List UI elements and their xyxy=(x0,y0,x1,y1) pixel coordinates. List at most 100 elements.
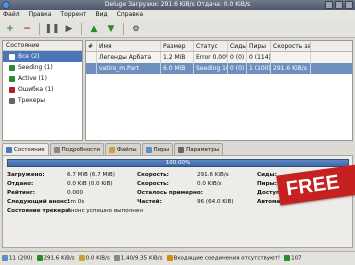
upload-speed-label: Скорость: xyxy=(137,181,169,187)
download-value: 291.6 KiB/s xyxy=(43,255,75,262)
tracker-icon xyxy=(9,97,15,104)
sidebar-item-label: Ошибка (1) xyxy=(18,86,54,93)
tab-details[interactable]: Подробности xyxy=(49,143,104,155)
dht-status[interactable]: 107 xyxy=(284,255,302,262)
column-header[interactable]: Статус xyxy=(194,41,228,51)
sidebar-header[interactable]: Состояние xyxy=(3,41,82,51)
sidebar: Состояние Все (2) Seeding (1) Active (1)… xyxy=(2,40,83,141)
window-controls xyxy=(325,1,353,9)
sidebar-item-label: Seeding (1) xyxy=(18,64,53,71)
toolbar-separator xyxy=(81,22,82,35)
tab-label: Файлы xyxy=(117,146,137,153)
active-icon xyxy=(9,75,15,82)
torrent-status: Seeding 100% xyxy=(196,63,228,74)
menu-view[interactable]: Вид xyxy=(95,10,107,20)
peers-label: Пиры: xyxy=(257,181,277,187)
upload-status[interactable]: 0.0 KiB/s xyxy=(78,255,110,262)
column-header[interactable]: # xyxy=(86,41,97,51)
sidebar-item-trackers[interactable]: Трекеры xyxy=(3,95,82,106)
eta-label: Осталось примерно: xyxy=(137,190,203,196)
connection-warning[interactable]: Входящие соединения отсутствуют! xyxy=(166,255,281,262)
column-header[interactable]: Размер xyxy=(161,41,194,51)
sidebar-item-active[interactable]: Active (1) xyxy=(3,73,82,84)
uploaded-value: 0.0 KiB (0.0 KiB) xyxy=(67,181,113,187)
pause-icon[interactable]: ❚❚ xyxy=(44,22,59,36)
sidebar-item-seeding[interactable]: Seeding (1) xyxy=(3,62,82,73)
tab-options[interactable]: Параметры xyxy=(174,143,224,155)
torrent-status: Error 0.00% xyxy=(194,52,228,63)
menu-file[interactable]: Файл xyxy=(3,10,20,20)
ratio-label: Рейтинг: xyxy=(7,190,35,196)
toolbar-separator xyxy=(39,22,40,35)
minimize-button[interactable] xyxy=(325,1,333,9)
sidebar-item-label: Трекеры xyxy=(18,97,46,104)
downloaded-label: Загружено: xyxy=(7,172,45,178)
seeding-icon xyxy=(9,64,15,71)
download-status[interactable]: 291.6 KiB/s xyxy=(36,255,75,262)
seeds-label: Сиды: xyxy=(257,172,277,178)
menu-torrent[interactable]: Торрент xyxy=(60,10,86,20)
preferences-icon[interactable]: ⚙ xyxy=(129,22,143,36)
menu-help[interactable]: Справка xyxy=(117,10,143,20)
maximize-button[interactable] xyxy=(335,1,343,9)
tab-peers[interactable]: Пиры xyxy=(141,143,174,155)
add-icon[interactable]: + xyxy=(3,22,17,36)
tab-label: Подробности xyxy=(61,146,100,153)
remove-icon[interactable]: − xyxy=(20,22,34,36)
torrent-progress-bar: 100.00% xyxy=(7,159,349,167)
deluge-logo-icon xyxy=(2,1,10,9)
toolbar: + − ❚❚ ▶ ▲ ▼ ⚙ xyxy=(0,20,355,38)
pieces-label: Частей: xyxy=(137,199,162,205)
downloaded-value: 6.7 MiB (6.7 MiB) xyxy=(67,172,115,178)
upload-speed-value: 0.0 KiB/s xyxy=(197,181,222,187)
row-index xyxy=(86,63,97,74)
resume-icon[interactable]: ▶ xyxy=(62,22,76,36)
torrent-list: # Имя Размер Статус Сиды Пиры Скорость з… xyxy=(85,40,353,141)
download-icon xyxy=(36,255,43,262)
peers-icon xyxy=(145,146,152,153)
next-announce-value: 1m 0s xyxy=(67,199,85,205)
uploaded-label: Отдано: xyxy=(7,181,34,187)
connections-status[interactable]: 11 (200) xyxy=(2,255,33,262)
sidebar-item-label: Active (1) xyxy=(18,75,47,82)
files-icon xyxy=(109,146,115,153)
tab-label: Параметры xyxy=(186,146,220,153)
torrent-speed xyxy=(271,52,311,63)
sidebar-item-error[interactable]: Ошибка (1) xyxy=(3,84,82,95)
tab-files[interactable]: Файлы xyxy=(105,143,141,155)
torrent-size: 6.0 MiB xyxy=(161,63,194,74)
toolbar-separator xyxy=(123,22,124,35)
table-header: # Имя Размер Статус Сиды Пиры Скорость з… xyxy=(86,41,352,52)
queue-down-icon[interactable]: ▼ xyxy=(104,22,118,36)
details-tabs: Состояние Подробности Файлы Пиры Парамет… xyxy=(2,143,353,155)
options-icon xyxy=(178,146,185,153)
column-header[interactable]: Скорость загрузки xyxy=(271,41,311,51)
connections-value: 11 (200) xyxy=(9,255,33,262)
torrent-peers: 1 (100) xyxy=(249,63,271,74)
menu-edit[interactable]: Правка xyxy=(29,10,52,20)
table-row[interactable]: Легенды Арбата 1.2 MiB Error 0.00% 0 (0)… xyxy=(86,52,352,63)
upload-value: 0.0 KiB/s xyxy=(85,255,110,262)
column-header[interactable]: Пиры xyxy=(247,41,271,51)
close-button[interactable] xyxy=(345,1,353,9)
column-header[interactable]: Сиды xyxy=(228,41,247,51)
error-icon xyxy=(9,86,15,93)
warning-icon xyxy=(166,255,173,262)
all-icon xyxy=(9,53,15,60)
warning-text: Входящие соединения отсутствуют! xyxy=(173,255,281,262)
row-index xyxy=(86,52,97,63)
queue-up-icon[interactable]: ▲ xyxy=(87,22,101,36)
torrent-name: vatiro_m.Part xyxy=(97,63,161,74)
sidebar-item-label: Все (2) xyxy=(18,53,40,60)
protocol-traffic-status[interactable]: 1.40/9.35 KiB/s xyxy=(113,255,163,262)
sidebar-item-all[interactable]: Все (2) xyxy=(3,51,82,62)
download-speed-value: 291.6 KiB/s xyxy=(197,172,229,178)
details-icon xyxy=(53,146,60,153)
tab-status[interactable]: Состояние xyxy=(2,143,49,155)
tracker-status-value: Анонс успешно выполнен xyxy=(67,208,144,214)
table-row[interactable]: vatiro_m.Part 6.0 MiB Seeding 100% 0 (0)… xyxy=(86,63,352,74)
torrent-seeds: 0 (0) xyxy=(228,63,247,74)
column-header[interactable]: Имя xyxy=(97,41,161,51)
upload-icon xyxy=(78,255,85,262)
pieces-value: 96 (64.0 KiB) xyxy=(197,199,234,205)
